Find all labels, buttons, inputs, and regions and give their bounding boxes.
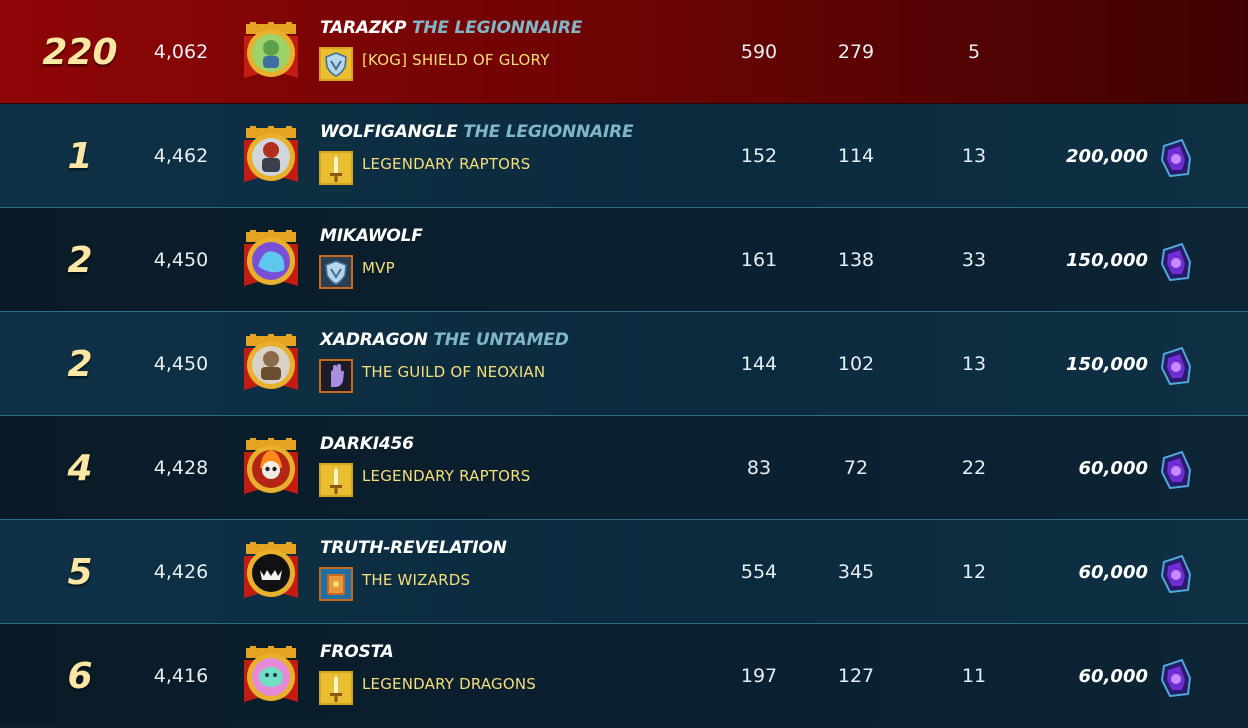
stat-2: 345 bbox=[837, 561, 875, 583]
stat-1: 197 bbox=[740, 665, 778, 687]
player-name-line[interactable]: XADRAGON THE UNTAMED bbox=[320, 330, 569, 350]
fire-skull-avatar-icon[interactable] bbox=[240, 438, 302, 500]
player-title: THE UNTAMED bbox=[433, 330, 569, 350]
armored-warrior-avatar-icon[interactable] bbox=[240, 334, 302, 396]
guild-name[interactable]: THE GUILD OF NEOXIAN bbox=[362, 363, 545, 381]
gold-sword-guild-icon bbox=[319, 151, 353, 185]
player-title: THE LEGIONNAIRE bbox=[463, 122, 634, 142]
stat-2: 114 bbox=[837, 145, 875, 167]
stat-1: 590 bbox=[740, 41, 778, 63]
rank: 6 bbox=[67, 655, 93, 697]
rank: 1 bbox=[67, 135, 93, 177]
player-name-line[interactable]: MIKAWOLF bbox=[320, 226, 423, 246]
rating: 4,428 bbox=[153, 457, 209, 479]
rank: 5 bbox=[67, 551, 93, 593]
rank: 4 bbox=[67, 447, 93, 489]
player-name[interactable]: TRUTH-REVELATION bbox=[320, 538, 507, 558]
stat-2: 102 bbox=[837, 353, 875, 375]
guild-name[interactable]: [KOG] SHIELD OF GLORY bbox=[362, 51, 550, 69]
reward-amount: 60,000 bbox=[1078, 561, 1148, 583]
reward-amount: 150,000 bbox=[1066, 249, 1148, 271]
guild-name[interactable]: LEGENDARY RAPTORS bbox=[362, 467, 531, 485]
player-name-line[interactable]: TRUTH-REVELATION bbox=[320, 538, 507, 558]
leaderboard-row[interactable]: 1 4,462 WOLFIGANGLE THE LEGIONNAIRE LEGE… bbox=[0, 104, 1248, 208]
black-monster-avatar-icon[interactable] bbox=[240, 542, 302, 604]
leaderboard-row[interactable]: 2 4,450 MIKAWOLF MVP 161 138 33 150,000 bbox=[0, 208, 1248, 312]
gold-sword-guild-icon bbox=[319, 463, 353, 497]
blue-dragon-avatar-icon[interactable] bbox=[240, 230, 302, 292]
purple-crystal-gem-icon bbox=[1160, 658, 1192, 698]
guild-name[interactable]: LEGENDARY DRAGONS bbox=[362, 675, 536, 693]
leaderboard-row-current-player[interactable]: 220 4,062 TARAZKP THE LEGIONNAIRE [KOG] … bbox=[0, 0, 1248, 104]
rating: 4,416 bbox=[153, 665, 209, 687]
rank: 2 bbox=[67, 343, 93, 385]
rating: 4,062 bbox=[153, 41, 209, 63]
player-name[interactable]: WOLFIGANGLE bbox=[320, 122, 458, 142]
rating: 4,462 bbox=[153, 145, 209, 167]
player-name[interactable]: TARAZKP bbox=[320, 18, 406, 38]
player-title: THE LEGIONNAIRE bbox=[411, 18, 583, 38]
rank: 2 bbox=[67, 239, 93, 281]
stat-1: 144 bbox=[740, 353, 778, 375]
rating: 4,450 bbox=[153, 249, 209, 271]
purple-hand-guild-icon bbox=[319, 359, 353, 393]
stat-2: 138 bbox=[837, 249, 875, 271]
stat-1: 554 bbox=[740, 561, 778, 583]
player-name-line[interactable]: WOLFIGANGLE THE LEGIONNAIRE bbox=[320, 122, 634, 142]
teal-creature-avatar-icon[interactable] bbox=[240, 646, 302, 708]
purple-crystal-gem-icon bbox=[1160, 138, 1192, 178]
stat-3: 12 bbox=[961, 561, 987, 583]
gold-sword-guild-icon bbox=[319, 671, 353, 705]
leaderboard-row[interactable]: 2 4,450 XADRAGON THE UNTAMED THE GUILD O… bbox=[0, 312, 1248, 416]
stat-3: 33 bbox=[961, 249, 987, 271]
stat-3: 5 bbox=[967, 41, 981, 63]
blue-shield-guild-icon bbox=[319, 255, 353, 289]
reward-amount: 60,000 bbox=[1078, 457, 1148, 479]
player-name-line[interactable]: TARAZKP THE LEGIONNAIRE bbox=[320, 18, 582, 38]
stat-2: 279 bbox=[837, 41, 875, 63]
reward-amount: 200,000 bbox=[1066, 145, 1148, 167]
stat-1: 83 bbox=[746, 457, 772, 479]
rating: 4,426 bbox=[153, 561, 209, 583]
player-name[interactable]: FROSTA bbox=[320, 642, 394, 662]
leaderboard: 220 4,062 TARAZKP THE LEGIONNAIRE [KOG] … bbox=[0, 0, 1248, 727]
purple-crystal-gem-icon bbox=[1160, 450, 1192, 490]
player-name[interactable]: XADRAGON bbox=[320, 330, 428, 350]
player-name[interactable]: MIKAWOLF bbox=[320, 226, 423, 246]
stat-1: 152 bbox=[740, 145, 778, 167]
stat-3: 11 bbox=[961, 665, 987, 687]
player-name-line[interactable]: FROSTA bbox=[320, 642, 394, 662]
purple-crystal-gem-icon bbox=[1160, 346, 1192, 386]
stat-1: 161 bbox=[740, 249, 778, 271]
stat-3: 13 bbox=[961, 145, 987, 167]
green-goblin-avatar-icon[interactable] bbox=[240, 22, 302, 84]
reward-amount: 150,000 bbox=[1066, 353, 1148, 375]
guild-name[interactable]: MVP bbox=[362, 259, 395, 277]
leaderboard-row[interactable]: 5 4,426 TRUTH-REVELATION THE WIZARDS 554… bbox=[0, 520, 1248, 624]
player-name[interactable]: DARKI456 bbox=[320, 434, 414, 454]
stat-3: 22 bbox=[961, 457, 987, 479]
leaderboard-row[interactable]: 6 4,416 FROSTA LEGENDARY DRAGONS 197 127… bbox=[0, 624, 1248, 727]
stat-2: 127 bbox=[837, 665, 875, 687]
guild-name[interactable]: THE WIZARDS bbox=[362, 571, 470, 589]
rank: 220 bbox=[42, 31, 118, 73]
leaderboard-row[interactable]: 4 4,428 DARKI456 LEGENDARY RAPTORS 83 72… bbox=[0, 416, 1248, 520]
blue-shield-guild-icon bbox=[319, 47, 353, 81]
red-knight-avatar-icon[interactable] bbox=[240, 126, 302, 188]
reward-amount: 60,000 bbox=[1078, 665, 1148, 687]
guild-name[interactable]: LEGENDARY RAPTORS bbox=[362, 155, 531, 173]
stat-2: 72 bbox=[843, 457, 869, 479]
purple-crystal-gem-icon bbox=[1160, 242, 1192, 282]
rating: 4,450 bbox=[153, 353, 209, 375]
player-name-line[interactable]: DARKI456 bbox=[320, 434, 414, 454]
stat-3: 13 bbox=[961, 353, 987, 375]
purple-crystal-gem-icon bbox=[1160, 554, 1192, 594]
spellbook-guild-icon bbox=[319, 567, 353, 601]
